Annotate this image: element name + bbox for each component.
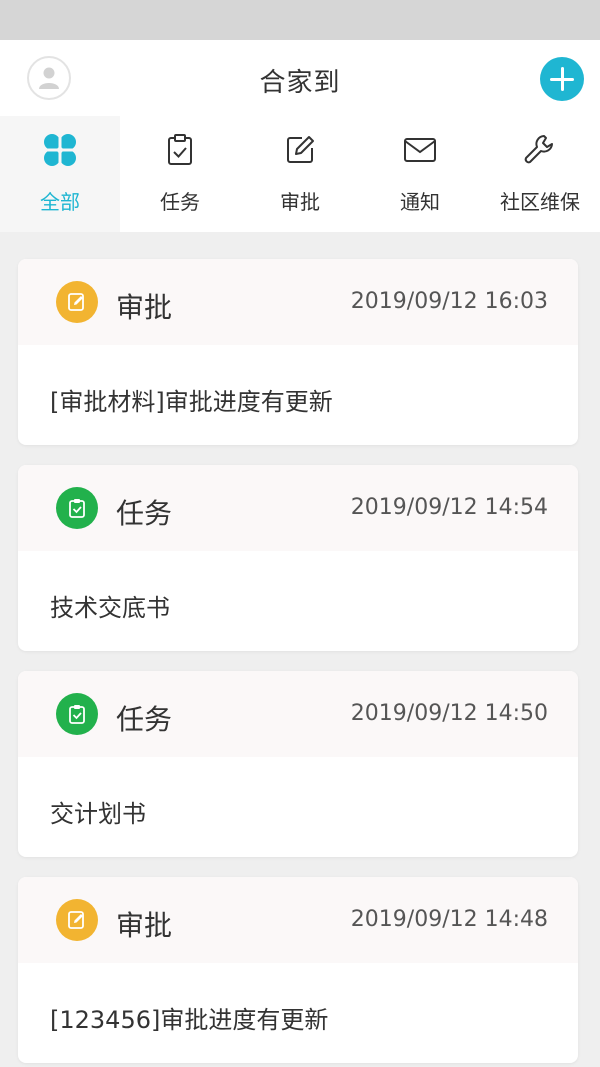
card-type-label: 任务 — [116, 497, 173, 530]
card-header: 任务 2019/09/12 14:54 — [18, 465, 578, 551]
tab-label: 全部 — [40, 190, 80, 214]
tab-label: 社区维保 — [500, 190, 580, 214]
tab-label: 任务 — [160, 190, 200, 214]
card-timestamp: 2019/09/12 16:03 — [350, 289, 548, 314]
card-timestamp: 2019/09/12 14:50 — [350, 701, 548, 726]
clipboard-check-icon — [69, 705, 85, 724]
type-badge — [56, 487, 98, 529]
card-timestamp: 2019/09/12 14:48 — [350, 907, 548, 932]
card-type-label: 任务 — [116, 703, 173, 736]
card-header: 审批 2019/09/12 16:03 — [18, 259, 578, 345]
mail-icon — [404, 138, 436, 162]
wrench-icon — [524, 135, 553, 164]
category-tabs: 全部 任务 审批 通知 社区维保 — [0, 116, 600, 232]
tab-maintenance[interactable]: 社区维保 — [480, 116, 600, 232]
page-title: 合家到 — [259, 68, 341, 98]
card-type-label: 审批 — [116, 909, 173, 942]
card-message: [审批材料]审批进度有更新 — [50, 388, 333, 416]
message-card[interactable]: 任务 2019/09/12 14:54 技术交底书 — [18, 465, 578, 651]
type-badge — [56, 899, 98, 941]
card-type-label: 审批 — [116, 291, 173, 324]
tab-tasks[interactable]: 任务 — [120, 116, 240, 232]
card-message: 技术交底书 — [50, 594, 170, 622]
grid-icon — [44, 134, 76, 166]
card-header: 审批 2019/09/12 14:48 — [18, 877, 578, 963]
type-badge — [56, 281, 98, 323]
card-header: 任务 2019/09/12 14:50 — [18, 671, 578, 757]
tab-approval[interactable]: 审批 — [240, 116, 360, 232]
clipboard-check-icon — [168, 134, 192, 165]
edit-icon — [68, 293, 84, 311]
card-message: 交计划书 — [50, 800, 146, 828]
type-badge — [56, 693, 98, 735]
add-button[interactable] — [540, 57, 584, 101]
edit-icon — [287, 136, 314, 163]
tab-notice[interactable]: 通知 — [360, 116, 480, 232]
card-timestamp: 2019/09/12 14:54 — [350, 495, 548, 520]
message-card[interactable]: 审批 2019/09/12 14:48 [123456]审批进度有更新 — [18, 877, 578, 1063]
clipboard-check-icon — [69, 499, 85, 518]
tab-all[interactable]: 全部 — [0, 116, 120, 232]
app-header: 合家到 — [0, 40, 600, 118]
card-message: [123456]审批进度有更新 — [50, 1006, 329, 1034]
tab-label: 通知 — [400, 190, 440, 214]
message-card[interactable]: 任务 2019/09/12 14:50 交计划书 — [18, 671, 578, 857]
message-card[interactable]: 审批 2019/09/12 16:03 [审批材料]审批进度有更新 — [18, 259, 578, 445]
tab-label: 审批 — [280, 190, 320, 214]
edit-icon — [68, 911, 84, 929]
status-bar — [0, 0, 600, 40]
